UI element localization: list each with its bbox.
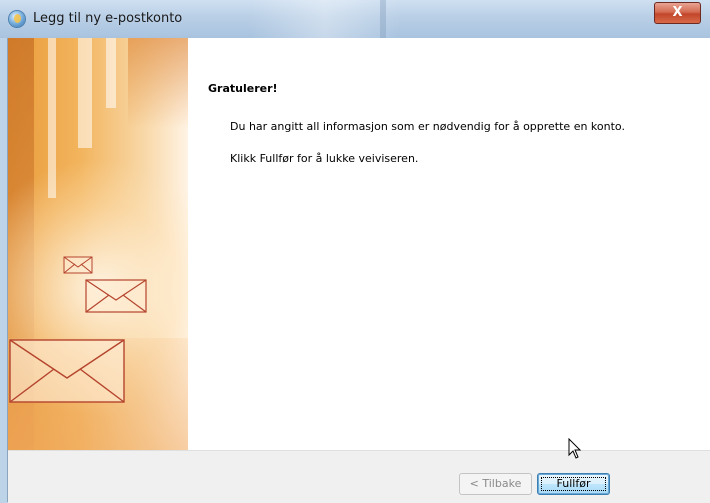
info-complete-text: Du har angitt all informasjon som er nød… [230, 120, 625, 133]
close-button[interactable]: X [654, 2, 701, 24]
window-title: Legg til ny e-postkonto [33, 11, 183, 26]
add-email-account-dialog: Legg til ny e-postkonto X Gratulerer! Du… [0, 0, 710, 503]
wizard-footer: < Tilbake Fullfør [8, 450, 710, 503]
mouse-pointer-icon [568, 438, 582, 459]
back-button[interactable]: < Tilbake [459, 473, 532, 495]
envelope-large-icon [9, 339, 125, 403]
title-bar-highlight [250, 0, 400, 38]
finish-instruction-text: Klikk Fullfør for å lukke veiviseren. [230, 152, 419, 165]
wizard-content: Gratulerer! Du har angitt all informasjo… [8, 38, 710, 450]
congratulations-heading: Gratulerer! [208, 82, 278, 95]
title-bar[interactable]: Legg til ny e-postkonto X [0, 0, 710, 38]
envelope-medium-icon [85, 279, 147, 313]
envelope-small-icon [63, 256, 93, 274]
app-icon [9, 11, 25, 27]
dialog-client-area: Gratulerer! Du har angitt all informasjo… [7, 38, 710, 503]
title-bar-divider [380, 0, 386, 38]
wizard-banner-image [8, 38, 188, 450]
envelope-icons [9, 256, 147, 403]
close-icon: X [672, 5, 683, 20]
focus-rectangle [541, 477, 606, 491]
finish-button[interactable]: Fullfør [537, 473, 610, 495]
